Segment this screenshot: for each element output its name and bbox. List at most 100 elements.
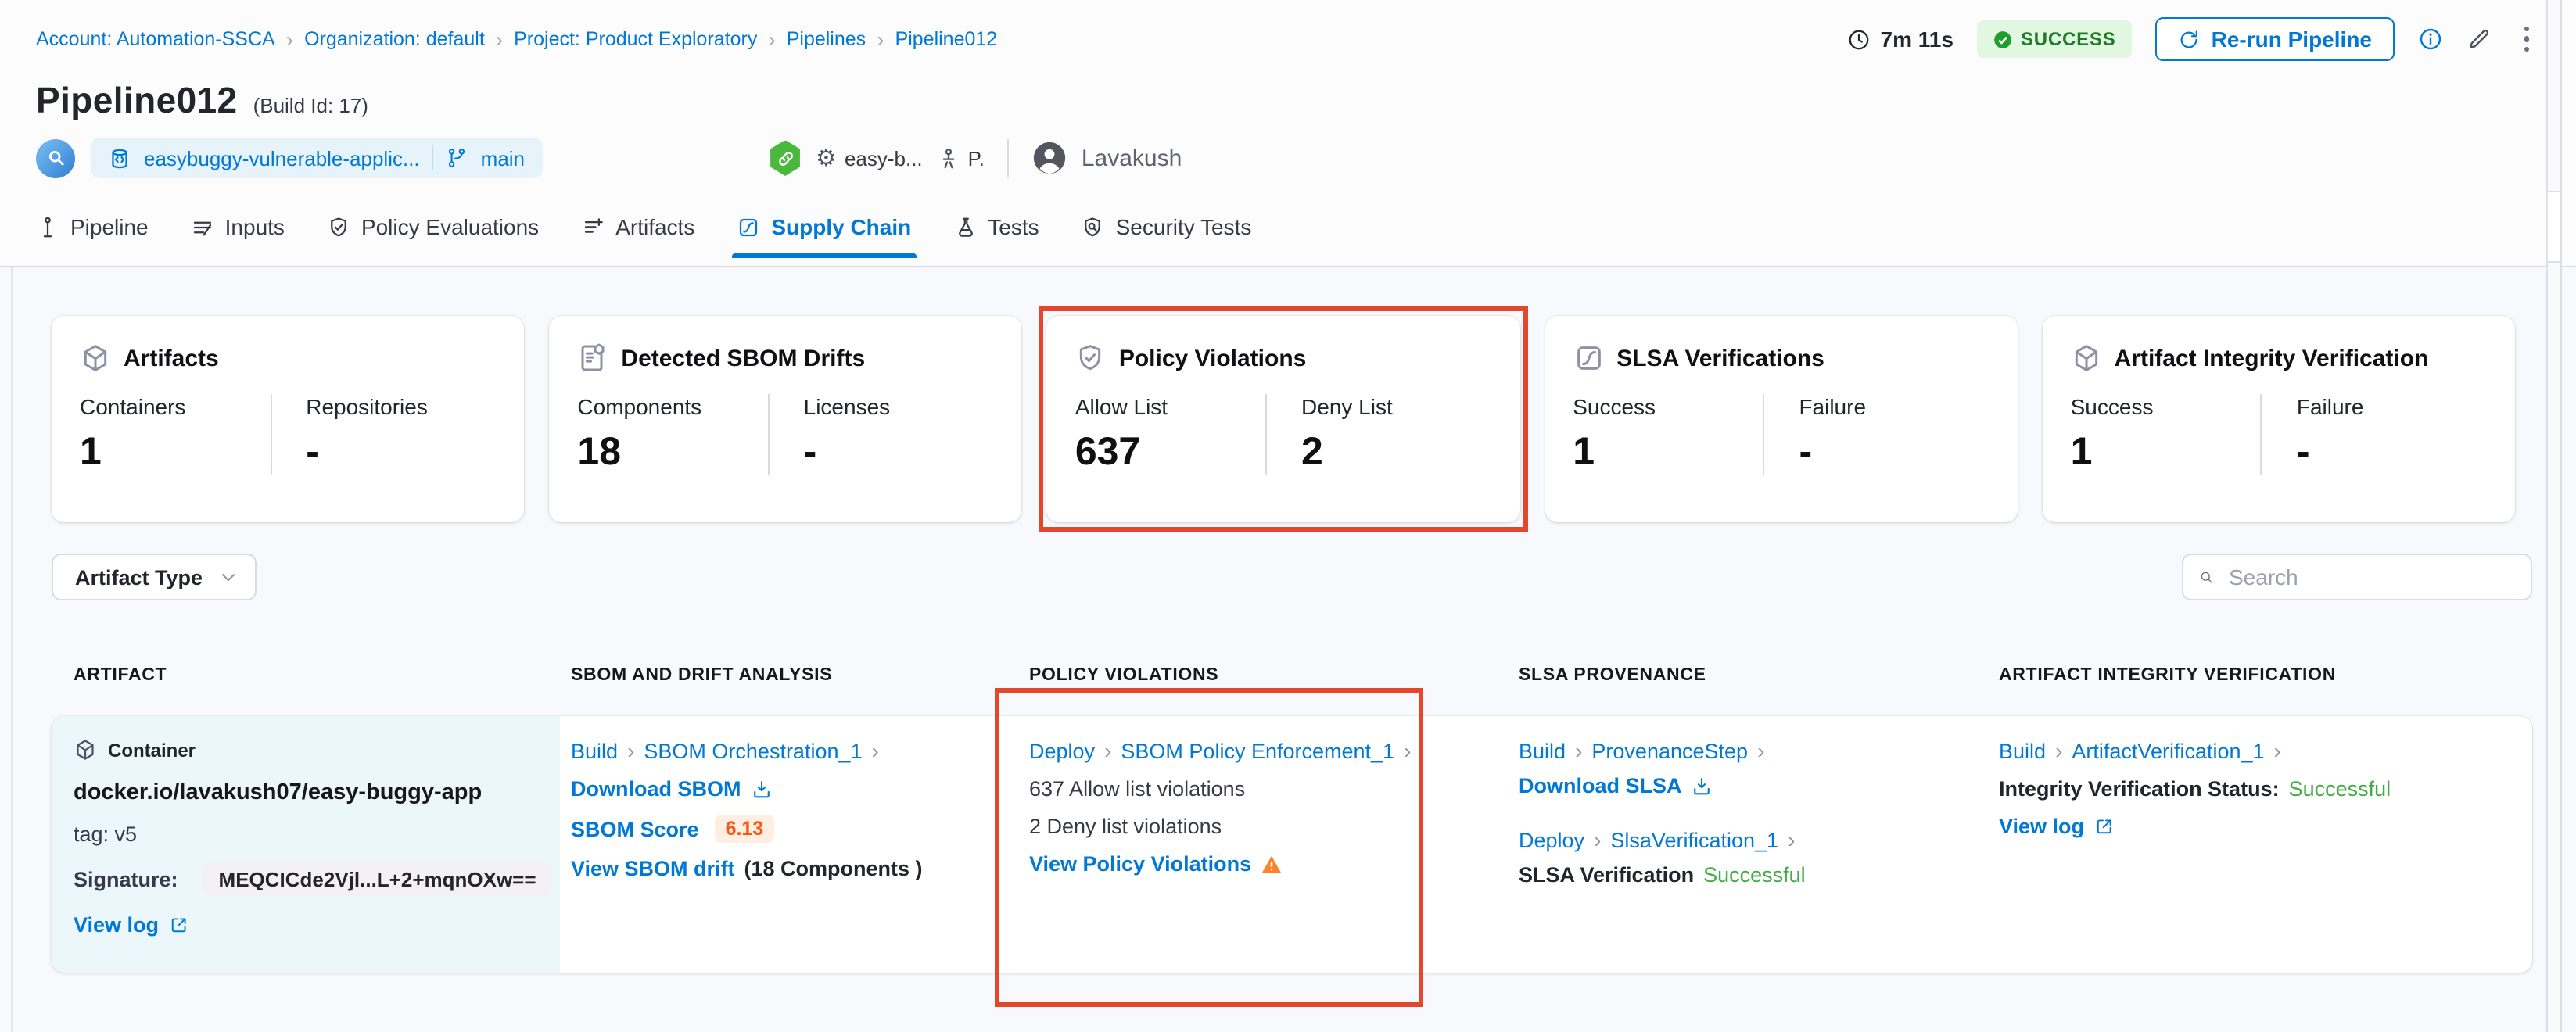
breadcrumb-pipeline012[interactable]: Pipeline012 (895, 28, 998, 50)
stat-label: Success (2071, 394, 2261, 419)
stage-link[interactable]: Build (1519, 739, 1566, 762)
user-avatar (1033, 141, 1067, 175)
search-box (2182, 554, 2532, 600)
stat-label: Success (1573, 394, 1763, 419)
supply-chain-icon (737, 215, 760, 238)
cube-icon (74, 738, 97, 761)
divider (1008, 139, 1010, 177)
chevron-right-icon: › (1575, 738, 1582, 763)
stage-link[interactable]: Deploy (1519, 828, 1584, 851)
allow-list-violations: 637 Allow list violations (1029, 777, 1245, 801)
search-icon (2199, 566, 2213, 588)
chevron-right-icon: › (1104, 738, 1111, 763)
stat-label: Licenses (804, 394, 994, 419)
step-link[interactable]: SlsaVerification_1 (1610, 828, 1778, 851)
git-branch-icon (447, 147, 468, 169)
download-sbom-link[interactable]: Download SBOM (571, 777, 741, 801)
slsa-verification-status: Successful (1703, 863, 1806, 887)
breadcrumb-pipelines[interactable]: Pipelines (787, 28, 866, 50)
info-button[interactable] (2417, 27, 2442, 52)
status-badge: SUCCESS (1977, 20, 2132, 58)
table-header: ARTIFACT SBOM AND DRIFT ANALYSIS POLICY … (52, 666, 2532, 685)
integrity-status: Successful (2289, 777, 2391, 801)
tab-inputs[interactable]: Inputs (191, 214, 285, 258)
stage-link[interactable]: Build (571, 739, 618, 762)
search-input[interactable] (2226, 563, 2515, 591)
view-log-link[interactable]: View log (1999, 815, 2084, 838)
list-plus-icon (581, 215, 605, 238)
slsa-icon (1573, 342, 1604, 374)
execution-tabs: Pipeline Inputs Policy Evaluations Artif… (36, 200, 2538, 258)
chevron-right-icon: › (1594, 827, 1601, 852)
tab-pipeline[interactable]: Pipeline (36, 214, 149, 258)
card-slsa-verifications: SLSA Verifications Success1 Failure- (1545, 316, 2017, 522)
download-icon (751, 778, 773, 800)
view-policy-violations-link[interactable]: View Policy Violations (1029, 852, 1251, 876)
rerun-pipeline-button[interactable]: Re-run Pipeline (2155, 17, 2394, 61)
external-link-icon (2093, 816, 2114, 837)
stage-link[interactable]: Deploy (1029, 739, 1095, 762)
step-link[interactable]: SBOM Policy Enforcement_1 (1121, 739, 1394, 762)
card-title: Artifact Integrity Verification (2115, 345, 2429, 371)
stat-value: - (2297, 430, 2487, 475)
stat-value: 1 (1573, 430, 1763, 475)
card-artifacts: Artifacts Containers1 Repositories- (52, 316, 524, 522)
card-title: Artifacts (124, 345, 219, 371)
edit-pipeline-button[interactable] (2466, 27, 2491, 52)
breadcrumb-organization[interactable]: Organization: default (304, 28, 485, 50)
vertical-scrollbar[interactable] (2546, 0, 2562, 1032)
flask-icon (953, 215, 977, 238)
stage-link[interactable]: Build (1999, 739, 2046, 762)
column-header-policy-violations: POLICY VIOLATIONS (995, 666, 1472, 685)
chevron-right-icon: › (1404, 738, 1411, 763)
stat-value: 1 (80, 430, 270, 475)
artifact-type: Container (108, 739, 196, 761)
tab-security-tests[interactable]: Security Tests (1082, 214, 1252, 258)
breadcrumb: Account: Automation-SSCA › Organization:… (36, 28, 997, 50)
table-row: Container docker.io/lavakush07/easy-bugg… (52, 716, 2532, 973)
signature-value[interactable]: MEQCICde2Vjl...L+2+mqnOXw== (203, 863, 552, 896)
chevron-right-icon: › (872, 738, 879, 763)
card-title: Policy Violations (1119, 345, 1307, 371)
run-duration: 7m 11s (1848, 27, 1954, 52)
scrollbar-thumb[interactable] (2548, 191, 2560, 263)
stat-value: - (804, 430, 994, 475)
chevron-right-icon: › (877, 28, 884, 50)
codebase-icon (36, 138, 75, 177)
view-log-link[interactable]: View log (74, 913, 159, 937)
repository-icon (108, 146, 131, 170)
tab-artifacts[interactable]: Artifacts (581, 214, 694, 258)
step-link[interactable]: SBOM Orchestration_1 (644, 739, 862, 762)
card-policy-violations: Policy Violations Allow List637 Deny Lis… (1047, 316, 1519, 522)
tab-tests[interactable]: Tests (953, 214, 1039, 258)
tab-policy-evaluations[interactable]: Policy Evaluations (327, 214, 539, 258)
shield-check-icon (327, 215, 350, 238)
breadcrumb-account[interactable]: Account: Automation-SSCA (36, 28, 275, 50)
column-header-artifact: ARTIFACT (52, 666, 560, 685)
download-slsa-link[interactable]: Download SLSA (1519, 774, 1682, 797)
sbom-drift-components: (18 Components ) (744, 857, 923, 880)
chevron-right-icon: › (627, 738, 634, 763)
stat-value: - (1799, 430, 1989, 475)
chevron-right-icon: › (2055, 738, 2062, 763)
repository-link[interactable]: easybuggy-vulnerable-applic... main (91, 138, 542, 178)
more-options-button[interactable] (2514, 23, 2538, 56)
integrity-cell: Build › ArtifactVerification_1 › Integri… (1961, 716, 2532, 973)
document-cube-icon (577, 342, 608, 374)
user-desk-icon (937, 146, 960, 170)
tab-supply-chain[interactable]: Supply Chain (737, 214, 911, 258)
stat-label: Containers (80, 394, 270, 419)
stat-label: Repositories (306, 394, 496, 419)
artifact-type-select[interactable]: Artifact Type (52, 554, 257, 600)
view-sbom-drift-link[interactable]: View SBOM drift (571, 857, 735, 880)
signature-label: Signature: (74, 868, 178, 891)
step-link[interactable]: ArtifactVerification_1 (2072, 739, 2264, 762)
stat-label: Allow List (1075, 394, 1265, 419)
refresh-icon (2177, 27, 2201, 51)
policy-violations-cell: Deploy › SBOM Policy Enforcement_1 › 637… (995, 716, 1472, 973)
breadcrumb-project[interactable]: Project: Product Exploratory (514, 28, 757, 50)
stat-value: 18 (577, 430, 767, 475)
sbom-score-link[interactable]: SBOM Score (571, 817, 699, 840)
step-link[interactable]: ProvenanceStep (1591, 739, 1748, 762)
sbom-score-badge: 6.13 (715, 815, 775, 843)
